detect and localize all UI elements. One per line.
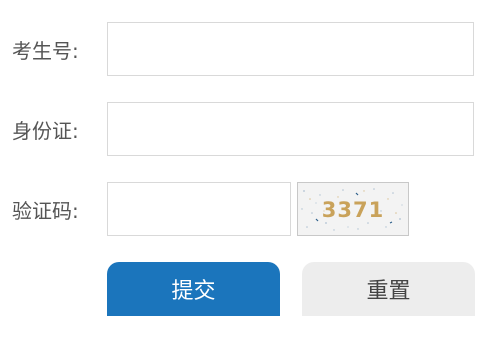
reset-button[interactable]: 重置 [302, 262, 475, 322]
exam-number-input[interactable] [107, 22, 474, 76]
page-bottom-area [0, 316, 503, 342]
captcha-input[interactable] [107, 182, 291, 236]
captcha-label: 验证码: [12, 199, 79, 223]
id-number-input[interactable] [107, 102, 474, 156]
id-number-label: 身份证: [12, 119, 79, 143]
login-form: 考生号: 身份证: 验证码: 3371 提交 重置 [0, 0, 503, 342]
submit-button[interactable]: 提交 [107, 262, 280, 322]
exam-number-label: 考生号: [12, 39, 79, 63]
captcha-noise-graphic: 3371 [301, 188, 403, 231]
captcha-text: 3371 [322, 198, 384, 222]
captcha-image[interactable]: 3371 [297, 182, 409, 236]
